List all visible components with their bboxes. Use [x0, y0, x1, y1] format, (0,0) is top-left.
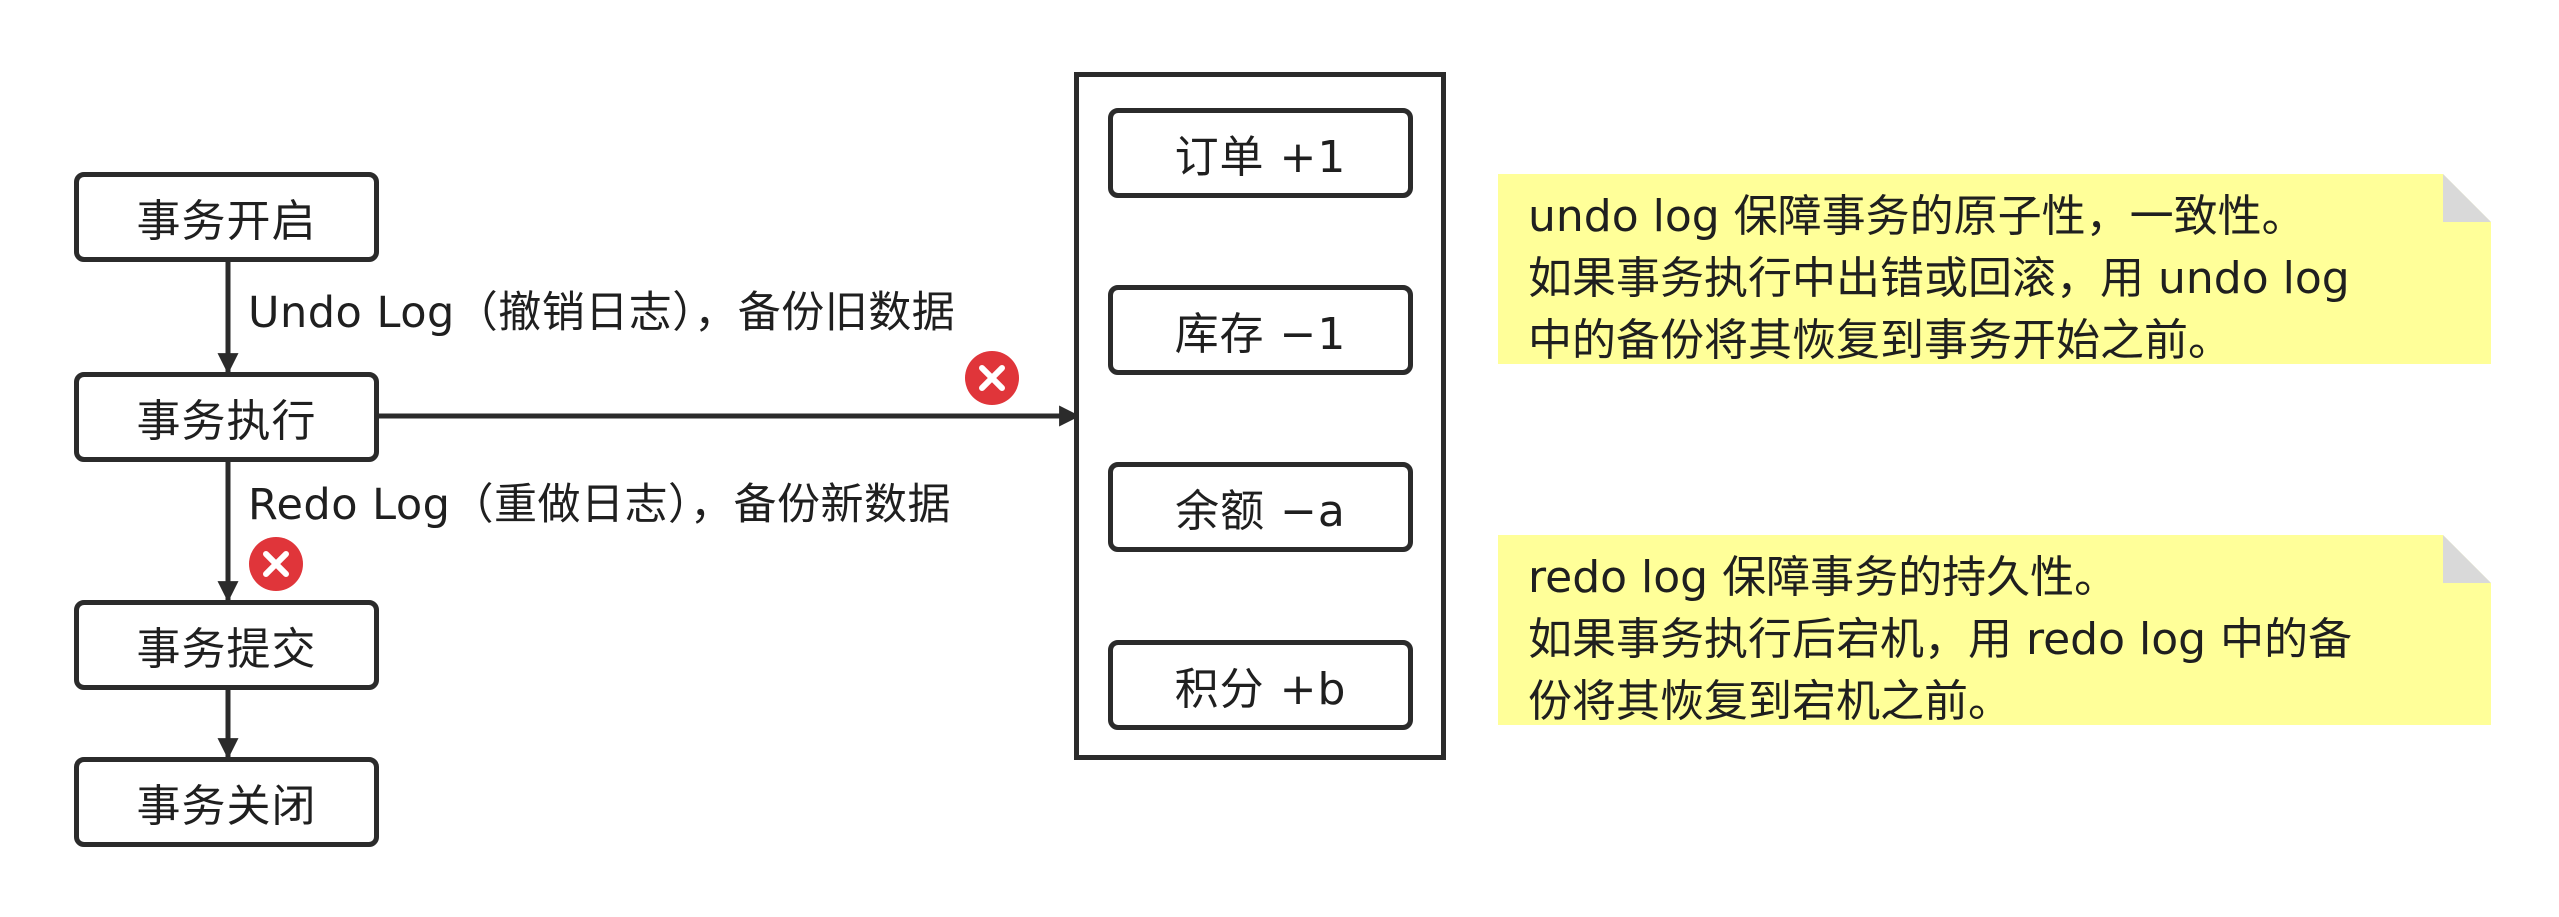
error-x-circle-icon: [963, 349, 1021, 407]
transaction-execute-label: 事务执行: [136, 396, 317, 447]
order-increment-label: 订单 +1: [1174, 132, 1347, 183]
undo-note-line-3: 中的备份将其恢复到事务开始之前。: [1528, 315, 2232, 366]
transaction-commit-node: 事务提交: [74, 600, 379, 690]
undo-log-note: undo log 保障事务的原子性，一致性。 如果事务执行中出错或回滚，用 un…: [1498, 174, 2491, 364]
redo-log-edge-label: Redo Log（重做日志），备份新数据: [248, 480, 951, 530]
order-increment-node: 订单 +1: [1108, 108, 1413, 198]
redo-log-note: redo log 保障事务的持久性。 如果事务执行后宕机，用 redo log …: [1498, 535, 2491, 725]
redo-note-line-3: 份将其恢复到宕机之前。: [1528, 676, 2012, 727]
undo-note-fold-corner: [2443, 174, 2491, 222]
balance-decrement-label: 余额 −a: [1175, 486, 1346, 537]
balance-decrement-node: 余额 −a: [1108, 462, 1413, 552]
transaction-close-label: 事务关闭: [136, 781, 317, 832]
transaction-close-node: 事务关闭: [74, 757, 379, 847]
stock-decrement-node: 库存 −1: [1108, 285, 1413, 375]
transaction-commit-label: 事务提交: [136, 624, 317, 675]
transaction-start-node: 事务开启: [74, 172, 379, 262]
transaction-execute-node: 事务执行: [74, 372, 379, 462]
undo-note-line-1: undo log 保障事务的原子性，一致性。: [1528, 191, 2306, 242]
points-increment-node: 积分 +b: [1108, 640, 1413, 730]
redo-note-fold-corner: [2443, 535, 2491, 583]
error-x-circle-icon: [247, 535, 305, 593]
redo-note-line-1: redo log 保障事务的持久性。: [1528, 552, 2119, 603]
transaction-log-diagram: 事务开启 事务执行 事务提交 事务关闭 Undo Log（撤销日志），备份旧数据…: [0, 0, 2559, 917]
undo-note-line-2: 如果事务执行中出错或回滚，用 undo log: [1528, 253, 2350, 304]
transaction-start-label: 事务开启: [136, 196, 317, 247]
undo-log-edge-label: Undo Log（撤销日志），备份旧数据: [248, 288, 956, 338]
points-increment-label: 积分 +b: [1174, 664, 1347, 715]
redo-note-line-2: 如果事务执行后宕机，用 redo log 中的备: [1528, 614, 2353, 665]
stock-decrement-label: 库存 −1: [1174, 309, 1347, 360]
